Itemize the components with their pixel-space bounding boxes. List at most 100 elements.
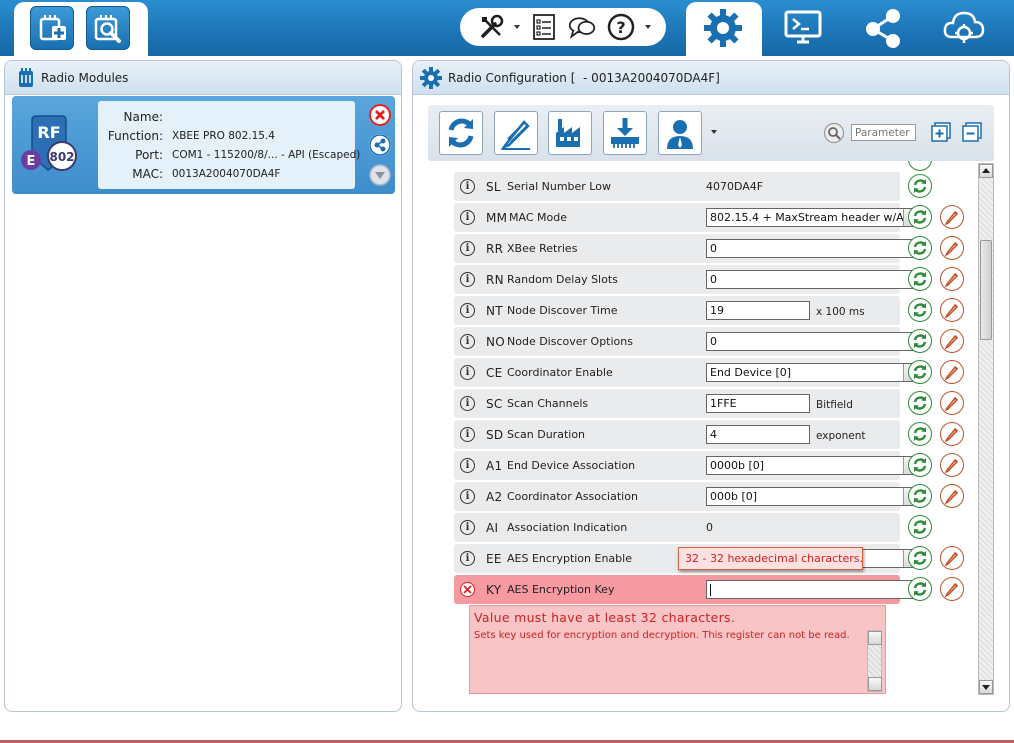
info-icon[interactable]: i: [460, 303, 475, 318]
setting-input[interactable]: [706, 580, 920, 599]
write-settings-button[interactable]: [494, 111, 538, 155]
info-icon[interactable]: i: [460, 179, 475, 194]
error-title: Value must have at least 32 characters.: [474, 610, 736, 625]
read-setting-button[interactable]: [908, 546, 932, 570]
write-setting-button[interactable]: [940, 546, 964, 570]
profile-caret-icon[interactable]: [711, 130, 717, 134]
load-defaults-button[interactable]: [548, 111, 592, 155]
setting-input[interactable]: 0: [706, 332, 920, 351]
setting-input[interactable]: 4: [706, 425, 810, 444]
write-setting-button[interactable]: [940, 329, 964, 353]
info-icon[interactable]: i: [460, 458, 475, 473]
setting-name: Serial Number Low: [507, 180, 611, 193]
read-setting-button[interactable]: [908, 577, 932, 601]
read-settings-button[interactable]: [439, 111, 483, 155]
read-setting-button[interactable]: [908, 360, 932, 384]
scrollbar-thumb[interactable]: [980, 240, 992, 340]
setting-input[interactable]: 0: [706, 270, 920, 289]
info-icon[interactable]: i: [460, 520, 475, 535]
parameter-search-input[interactable]: [851, 124, 916, 141]
read-setting-button[interactable]: [908, 236, 932, 260]
cloud-tab-button[interactable]: [942, 8, 986, 48]
read-setting-button[interactable]: [908, 391, 932, 415]
setting-input-value: 0: [710, 273, 717, 286]
setting-name: End Device Association: [507, 459, 636, 472]
module-card[interactable]: RF 802 E Name: Function: XBEE PRO 802.15…: [12, 96, 395, 194]
read-setting-button[interactable]: [908, 205, 932, 229]
write-setting-button[interactable]: [940, 298, 964, 322]
settings-scrollbar[interactable]: [978, 163, 994, 695]
read-setting-button[interactable]: [908, 453, 932, 477]
read-setting-button[interactable]: [908, 174, 932, 198]
setting-input[interactable]: 0: [706, 239, 920, 258]
setting-input[interactable]: 19: [706, 301, 810, 320]
read-setting-button[interactable]: [908, 298, 932, 322]
refresh-icon: [913, 272, 927, 286]
read-setting-button[interactable]: [908, 484, 932, 508]
info-icon[interactable]: i: [460, 241, 475, 256]
read-setting-button[interactable]: [908, 329, 932, 353]
write-setting-button[interactable]: [940, 205, 964, 229]
info-icon[interactable]: i: [460, 396, 475, 411]
read-setting-button[interactable]: [908, 515, 932, 539]
add-module-button[interactable]: [30, 6, 74, 50]
setting-select[interactable]: 0000b [0]: [706, 456, 920, 475]
collapse-all-icon[interactable]: [961, 121, 983, 143]
tools-button[interactable]: [478, 13, 506, 41]
error-scroll-up-button[interactable]: [868, 631, 882, 645]
scroll-down-button[interactable]: [979, 680, 993, 694]
consoles-tab-button[interactable]: [781, 8, 825, 48]
write-setting-button[interactable]: [940, 453, 964, 477]
setting-select[interactable]: 802.15.4 + MaxStream header w/ACKS [0]: [706, 208, 920, 227]
chevron-down-icon: [369, 164, 391, 186]
setting-row-a2: i A2 Coordinator Association 000b [0]: [454, 482, 920, 511]
info-icon[interactable]: i: [460, 365, 475, 380]
info-icon[interactable]: i: [460, 489, 475, 504]
info-icon[interactable]: i: [460, 427, 475, 442]
setting-select[interactable]: End Device [0]: [706, 363, 920, 382]
help-icon: ?: [607, 13, 635, 41]
discover-modules-button[interactable]: [86, 6, 130, 50]
read-setting-button[interactable]: [908, 267, 932, 291]
write-setting-button[interactable]: [940, 267, 964, 291]
write-setting-button[interactable]: [940, 360, 964, 384]
setting-select-value: 0000b [0]: [710, 459, 765, 472]
setting-input[interactable]: 1FFE: [706, 394, 810, 413]
write-setting-button[interactable]: [940, 422, 964, 446]
write-setting-button[interactable]: [940, 484, 964, 508]
module-port-label: Port:: [135, 148, 163, 162]
info-icon[interactable]: i: [460, 210, 475, 225]
scroll-up-button[interactable]: [979, 164, 993, 178]
radio-modules-title: Radio Modules: [41, 71, 129, 85]
info-icon[interactable]: i: [460, 272, 475, 287]
write-setting-button[interactable]: [940, 236, 964, 260]
read-setting-button[interactable]: [908, 422, 932, 446]
error-description: Sets key used for encryption and decrypt…: [474, 630, 850, 641]
setting-input-value: 19: [710, 304, 724, 317]
refresh-icon: [913, 241, 927, 255]
discover-network-button[interactable]: [369, 134, 391, 156]
help-button[interactable]: ?: [607, 13, 635, 41]
console-log-button[interactable]: [530, 13, 558, 41]
module-info: Name: Function: XBEE PRO 802.15.4 Port: …: [98, 101, 360, 189]
profile-button[interactable]: [658, 111, 702, 155]
setting-input-value: 4: [710, 428, 717, 441]
info-icon[interactable]: i: [460, 334, 475, 349]
configuration-tab-button[interactable]: [701, 8, 745, 48]
network-tab-button[interactable]: [862, 8, 906, 48]
expand-all-icon[interactable]: [930, 121, 952, 143]
write-setting-button[interactable]: [940, 577, 964, 601]
update-firmware-button[interactable]: [603, 111, 647, 155]
remove-module-button[interactable]: [369, 104, 391, 126]
tools-caret-icon[interactable]: [514, 25, 520, 29]
read-setting-button[interactable]: [908, 161, 932, 171]
write-setting-button[interactable]: [940, 391, 964, 415]
expand-module-button[interactable]: [369, 164, 391, 186]
info-icon[interactable]: i: [460, 551, 475, 566]
error-scrollbar[interactable]: [867, 630, 882, 692]
setting-select[interactable]: 000b [0]: [706, 487, 920, 506]
help-caret-icon[interactable]: [645, 25, 651, 29]
feedback-button[interactable]: [568, 13, 596, 41]
setting-code: EE: [486, 552, 502, 566]
error-scroll-down-button[interactable]: [868, 677, 882, 691]
